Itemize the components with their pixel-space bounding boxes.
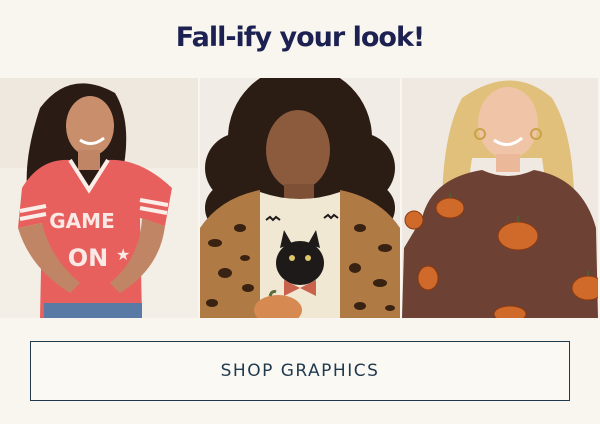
shirt-text-game: GAME <box>49 209 114 233</box>
shirt-text-on: ON <box>68 244 109 272</box>
shop-graphics-button[interactable]: SHOP GRAPHICS <box>30 341 570 401</box>
sequin-pumpkin-top-image <box>402 78 598 318</box>
svg-text:★: ★ <box>116 245 130 264</box>
headline: Fall-ify your look! <box>175 22 426 53</box>
product-photo-row: GAME ON ★ <box>0 78 600 318</box>
product-photo-sequin-pumpkin-top[interactable] <box>402 78 598 318</box>
black-cat-tee-image <box>200 78 400 318</box>
game-on-tee-image: GAME ON ★ <box>0 78 198 318</box>
product-photo-black-cat-tee[interactable] <box>200 78 400 318</box>
product-photo-game-on-tee[interactable]: GAME ON ★ <box>0 78 198 318</box>
shop-graphics-label: SHOP GRAPHICS <box>220 361 380 381</box>
